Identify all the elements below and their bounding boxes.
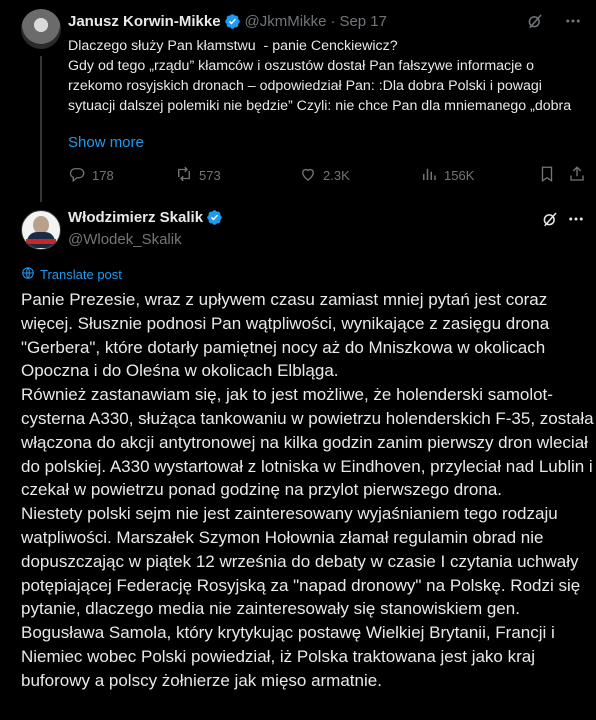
separator: · (330, 12, 336, 30)
show-more-link[interactable]: Show more (68, 134, 144, 151)
post-date[interactable]: Sep 17 (339, 13, 387, 30)
verified-badge-icon[interactable] (206, 209, 223, 226)
tweet2-paragraph: Również zastanawiam się, jak to jest moż… (21, 385, 594, 500)
avatar[interactable] (21, 9, 61, 49)
reply-icon (68, 165, 86, 186)
verified-badge-icon[interactable] (224, 13, 241, 30)
author-name[interactable]: Janusz Korwin-Mikke (68, 13, 221, 30)
grok-icon[interactable] (526, 12, 544, 30)
quoted-parent-tweet[interactable]: Janusz Korwin-Mikke @JkmMikke · Sep 17 D… (0, 0, 596, 200)
share-icon (568, 165, 586, 186)
translate-icon (21, 266, 35, 283)
author-handle[interactable]: @Wlodek_Skalik (68, 231, 182, 248)
author-handle[interactable]: @JkmMikke (245, 13, 327, 30)
avatar[interactable] (21, 210, 61, 250)
tweet1-top-actions (526, 12, 582, 30)
views-button[interactable]: 156K (420, 165, 474, 186)
like-button[interactable]: 2.3K (299, 165, 350, 186)
tweet2-paragraph: Panie Prezesie, wraz z upływem czasu zam… (21, 290, 550, 381)
views-count: 156K (444, 167, 475, 183)
bookmark-button[interactable] (538, 165, 556, 186)
tweet1-text: Dlaczego służy Pan kłamstwu - panie Cenc… (68, 38, 572, 114)
grok-icon[interactable] (541, 210, 559, 228)
tweet2-text: Panie Prezesie, wraz z upływem czasu zam… (21, 288, 596, 693)
translate-label: Translate post (40, 267, 122, 282)
repost-icon (175, 165, 193, 186)
reply-button[interactable]: 178 (68, 165, 114, 186)
like-icon (299, 165, 317, 186)
tweet1-header: Janusz Korwin-Mikke @JkmMikke · Sep 17 (68, 11, 387, 31)
tweet2-header: Włodzimierz Skalik (68, 209, 227, 226)
reply-count: 178 (92, 167, 114, 183)
like-count: 2.3K (323, 167, 350, 183)
repost-count: 573 (199, 167, 221, 183)
bookmark-icon (538, 165, 556, 186)
more-icon[interactable] (567, 210, 585, 228)
translate-post-link[interactable]: Translate post (21, 266, 122, 283)
share-button[interactable] (568, 165, 586, 186)
tweet1-action-bar: 178 573 2.3K 156K (68, 165, 586, 185)
tweet2-paragraph: Niestety polski sejm nie jest zaintereso… (21, 504, 581, 690)
views-icon (420, 165, 438, 186)
more-icon[interactable] (564, 12, 582, 30)
repost-button[interactable]: 573 (175, 165, 221, 186)
author-name[interactable]: Włodzimierz Skalik (68, 209, 203, 226)
